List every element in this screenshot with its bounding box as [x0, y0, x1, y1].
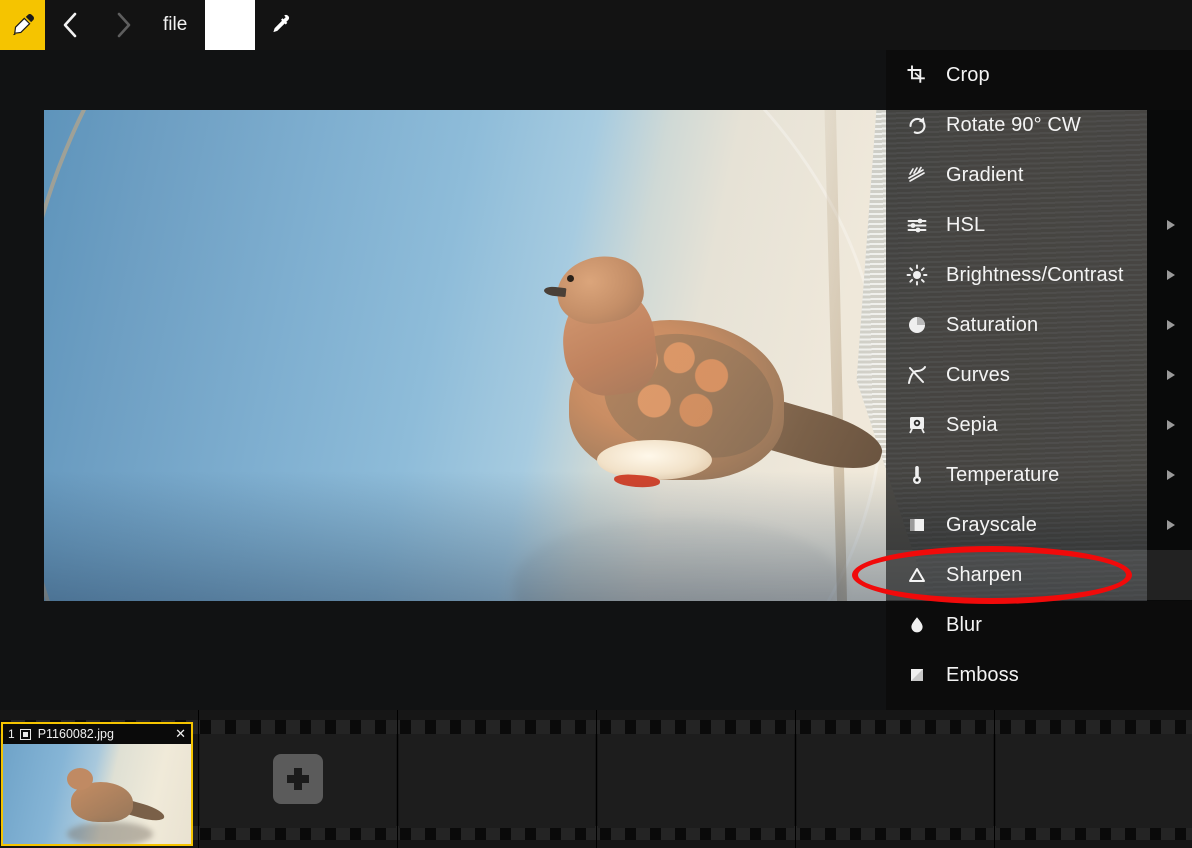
- menu-item-hsl[interactable]: HSL: [886, 200, 1192, 250]
- menu-item-list: Crop Rotate 90° CW Gradient HSL Brightne…: [886, 50, 1192, 700]
- thumbnail-bird: [61, 766, 167, 828]
- thumbnail-filename: P1160082.jpg: [37, 727, 114, 741]
- thermometer-icon: [900, 460, 934, 490]
- brightness-icon: [900, 260, 934, 290]
- emboss-icon: [900, 660, 934, 690]
- menu-item-blur[interactable]: Blur: [886, 600, 1192, 650]
- curves-icon: [900, 360, 934, 390]
- filmstrip-slot-1[interactable]: 1 P1160082.jpg ✕: [0, 710, 199, 848]
- menu-item-label: Emboss: [946, 663, 1019, 686]
- grayscale-icon: [900, 510, 934, 540]
- sepia-icon: [900, 410, 934, 440]
- menu-item-grayscale[interactable]: Grayscale: [886, 500, 1192, 550]
- submenu-arrow-icon: [1164, 519, 1178, 531]
- submenu-arrow-icon: [1164, 369, 1178, 381]
- nav-back-button[interactable]: [45, 0, 97, 50]
- thumbnail-bird-head: [67, 768, 93, 790]
- saturation-icon: [900, 310, 934, 340]
- empty-frame-body: [598, 734, 794, 828]
- menu-item-label: Grayscale: [946, 513, 1037, 536]
- filmstrip-slot-empty[interactable]: [597, 710, 796, 848]
- empty-frame-body: [399, 734, 595, 828]
- submenu-arrow-icon: [1164, 419, 1178, 431]
- top-toolbar: file: [0, 0, 1192, 50]
- menu-item-label: Sepia: [946, 413, 998, 436]
- toolbar-filler: [303, 0, 1192, 50]
- plus-icon: [287, 768, 309, 790]
- file-menu-button[interactable]: file: [149, 0, 201, 50]
- menu-item-label: Brightness/Contrast: [946, 263, 1124, 286]
- menu-item-label: Curves: [946, 363, 1010, 386]
- gradient-icon: [900, 160, 934, 190]
- menu-item-label: Gradient: [946, 163, 1024, 186]
- sharpen-icon: [900, 560, 934, 590]
- image-editor-window: file Crop Rotate 90° CW Gradient HSL Bri…: [0, 0, 1192, 848]
- menu-item-label: Crop: [946, 63, 990, 86]
- empty-frame-body: [996, 734, 1192, 828]
- thumbnail-titlebar: 1 P1160082.jpg ✕: [3, 724, 191, 744]
- crop-icon: [900, 60, 934, 90]
- thumbnail-close-button[interactable]: ✕: [169, 726, 186, 742]
- menu-item-label: Sharpen: [946, 563, 1023, 586]
- menu-item-crop[interactable]: Crop: [886, 50, 1192, 100]
- menu-item-label: HSL: [946, 213, 986, 236]
- empty-frame-body: [797, 734, 993, 828]
- adjustments-menu-panel: P1160082.jpg 2838x1263 NaN undefined ? ✕: [886, 0, 1192, 710]
- nav-forward-button[interactable]: [97, 0, 149, 50]
- menu-item-label: Rotate 90° CW: [946, 113, 1081, 136]
- submenu-arrow-icon: [1164, 219, 1178, 231]
- filmstrip-slot-empty[interactable]: [796, 710, 995, 848]
- filmstrip-slot-empty[interactable]: [398, 710, 597, 848]
- menu-item-temperature[interactable]: Temperature: [886, 450, 1192, 500]
- thumbnail-index: 1: [8, 727, 15, 741]
- thumbnail-reflection: [67, 822, 153, 844]
- sliders-icon: [900, 210, 934, 240]
- menu-item-sharpen[interactable]: Sharpen: [886, 550, 1192, 600]
- menu-item-curves[interactable]: Curves: [886, 350, 1192, 400]
- menu-item-sepia[interactable]: Sepia: [886, 400, 1192, 450]
- add-image-button[interactable]: [273, 754, 323, 804]
- submenu-arrow-icon: [1164, 469, 1178, 481]
- submenu-arrow-icon: [1164, 319, 1178, 331]
- menu-item-rotate-90-cw[interactable]: Rotate 90° CW: [886, 100, 1192, 150]
- eyedropper-icon[interactable]: [255, 0, 303, 50]
- menu-item-emboss[interactable]: Emboss: [886, 650, 1192, 700]
- blur-drop-icon: [900, 610, 934, 640]
- filmstrip-slot-add[interactable]: [199, 710, 398, 848]
- rotate-cw-icon: [900, 110, 934, 140]
- menu-item-label: Temperature: [946, 463, 1060, 486]
- thumbnail-image[interactable]: [3, 744, 191, 844]
- filmstrip-frames: 1 P1160082.jpg ✕: [0, 710, 1192, 848]
- menu-item-gradient[interactable]: Gradient: [886, 150, 1192, 200]
- submenu-arrow-icon: [1164, 269, 1178, 281]
- bird-eye: [567, 275, 574, 282]
- filmstrip: 1 P1160082.jpg ✕: [0, 710, 1192, 848]
- bird-beak: [543, 285, 567, 298]
- color-swatch[interactable]: [205, 0, 256, 50]
- menu-item-label: Blur: [946, 613, 982, 636]
- filmstrip-slot-empty[interactable]: [995, 710, 1192, 848]
- menu-item-saturation[interactable]: Saturation: [886, 300, 1192, 350]
- marker-pen-icon[interactable]: [0, 0, 45, 50]
- menu-item-label: Saturation: [946, 313, 1039, 336]
- menu-item-brightness-contrast[interactable]: Brightness/Contrast: [886, 250, 1192, 300]
- thumbnail-card[interactable]: 1 P1160082.jpg ✕: [1, 722, 193, 846]
- thumbnail-state-icon: [19, 728, 31, 740]
